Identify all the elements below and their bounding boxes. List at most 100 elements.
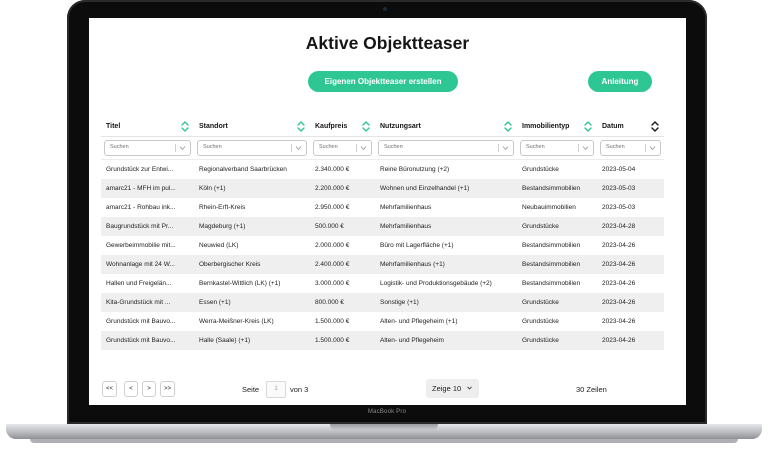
table-cell: 500.000 € (310, 217, 375, 236)
column-filter-select[interactable]: Suchen (520, 140, 594, 156)
table-cell: Hallen und Freigelän... (106, 280, 172, 287)
table-cell: Bestandsimmobilien (522, 280, 581, 287)
column-header[interactable]: Nutzungsart (375, 117, 517, 137)
chevron-down-icon (360, 146, 367, 151)
table-row[interactable]: Grundstück mit Bauvo... Halle (Saale) (+1… (101, 331, 664, 350)
table-cell: Oberbergischer Kreis (194, 255, 310, 274)
column-filter-select[interactable]: Suchen (600, 140, 661, 156)
table-cell: Grundstücke (522, 318, 559, 325)
filter-placeholder: Suchen (110, 144, 129, 150)
column-header[interactable]: Datum (597, 117, 664, 137)
table-header-row: Titel Standort Kaufpreis Nutzungsart Immobil… (101, 117, 664, 137)
table-row[interactable]: amarc21 - MFH im pul... Köln (+1) 2.200.00… (101, 179, 664, 198)
table-cell: Logistik- und Produktionsgebäude (+2) (380, 280, 492, 287)
table-cell: Wohnen und Einzelhandel (+1) (375, 179, 517, 198)
table-cell: amarc21 - Rohbau ink... (106, 204, 176, 211)
last-page-button[interactable]: >> (160, 381, 176, 397)
total-rows-label: 30 Zeilen (576, 385, 607, 394)
filter-placeholder: Suchen (203, 144, 222, 150)
sort-icon[interactable] (504, 120, 512, 133)
table-cell: 2.950.000 € (315, 204, 350, 211)
table-cell: Gewerbeimmobilie mit... (106, 242, 176, 249)
table-cell: Büro mit Lagerfläche (+1) (380, 242, 454, 249)
table-filter-row: Suchen Suchen Suchen Suchen Suchen Suchen (101, 136, 664, 160)
create-teaser-button[interactable]: Eigenen Objektteaser erstellen (308, 71, 458, 92)
table-row[interactable]: Baugrundstück mit Pr... Magdeburg (+1) 500… (101, 217, 664, 236)
column-header-label: Nutzungsart (380, 123, 421, 130)
filter-divider (175, 144, 176, 152)
table-row[interactable]: Kita-Grundstück mit ... Essen (+1) 800.000… (101, 293, 664, 312)
chevron-down-icon (649, 146, 656, 151)
column-header[interactable]: Immobilientyp (517, 117, 597, 137)
column-filter-select[interactable]: Suchen (197, 140, 307, 156)
page-number-input[interactable]: 1 (266, 381, 286, 398)
table-cell: Mehrfamilienhaus (380, 204, 432, 211)
column-filter-cell: Suchen (375, 136, 517, 160)
column-filter-cell: Suchen (310, 136, 375, 160)
table-cell: Grundstücke (522, 166, 559, 173)
table-cell: 2.000.000 € (315, 242, 350, 249)
table-cell: 1.500.000 € (310, 331, 375, 350)
table-cell: Magdeburg (+1) (194, 217, 310, 236)
table-cell: 800.000 € (310, 293, 375, 312)
chevron-down-icon (295, 146, 302, 151)
first-page-button[interactable]: << (102, 381, 118, 397)
column-filter-select[interactable]: Suchen (104, 140, 191, 156)
table-cell: 2.200.000 € (310, 179, 375, 198)
table-row[interactable]: Grundstück mit Bauvo... Werra-Meißner-Kre… (101, 312, 664, 331)
table-cell: 2023-04-26 (602, 318, 636, 325)
column-header-label: Standort (199, 123, 228, 130)
sort-icon[interactable] (297, 120, 305, 133)
table-cell: Köln (+1) (194, 179, 310, 198)
help-button[interactable]: Anleitung (588, 71, 652, 92)
table-cell: amarc21 - MFH im pul... (101, 179, 194, 198)
column-filter-select[interactable]: Suchen (313, 140, 372, 156)
column-header[interactable]: Standort (194, 117, 310, 137)
table-cell: Halle (Saale) (+1) (194, 331, 310, 350)
table-cell: Grundstück mit Bauvo... (101, 331, 194, 350)
sort-icon[interactable] (362, 120, 370, 133)
previous-page-button[interactable]: < (124, 381, 138, 397)
table-body: Grundstück zur Entwi... Regionalverband S… (101, 160, 664, 350)
table-row[interactable]: Gewerbeimmobilie mit... Neuwied (LK) 2.000… (101, 236, 664, 255)
chevron-down-icon (502, 146, 509, 151)
sort-icon[interactable] (651, 120, 659, 133)
chevron-down-icon (582, 146, 589, 151)
table-row[interactable]: Hallen und Freigelän... Bernkastel-Wittli… (101, 274, 664, 293)
table-cell: Bestandsimmobilien (522, 242, 581, 249)
table-cell: Alten- und Pflegeheim (375, 331, 517, 350)
page-size-select[interactable]: Zeige 10 (426, 379, 479, 398)
laptop-foot (30, 439, 738, 443)
table-cell: Reine Büronutzung (+2) (380, 166, 450, 173)
table-row[interactable]: Wohnanlage mit 24 W... Oberbergischer Kre… (101, 255, 664, 274)
column-header[interactable]: Titel (101, 117, 194, 137)
column-header[interactable]: Kaufpreis (310, 117, 375, 137)
sort-icon[interactable] (584, 120, 592, 133)
table-cell: Grundstück zur Entwi... (106, 166, 174, 173)
table-cell: Grundstücke (517, 293, 597, 312)
filter-divider (498, 144, 499, 152)
table-cell: 2023-05-03 (597, 179, 664, 198)
filter-placeholder: Suchen (606, 144, 625, 150)
column-filter-select[interactable]: Suchen (378, 140, 514, 156)
table-cell: Bestandsimmobilien (517, 179, 597, 198)
table-cell: 2023-05-03 (602, 204, 636, 211)
table-cell: 2.340.000 € (315, 166, 350, 173)
sort-icon[interactable] (181, 120, 189, 133)
column-header-label: Kaufpreis (315, 123, 348, 130)
filter-divider (578, 144, 579, 152)
table-cell: Rhein-Erft-Kreis (199, 204, 246, 211)
column-filter-cell: Suchen (597, 136, 664, 160)
table-row[interactable]: amarc21 - Rohbau ink... Rhein-Erft-Kreis 2… (101, 198, 664, 217)
next-page-button[interactable]: > (142, 381, 156, 397)
column-header-label: Datum (602, 123, 624, 130)
filter-placeholder: Suchen (526, 144, 545, 150)
table-cell: Wohnanlage mit 24 W... (101, 255, 194, 274)
table-cell: Bestandsimmobilien (517, 255, 597, 274)
filter-divider (645, 144, 646, 152)
table-row[interactable]: Grundstück zur Entwi... Regionalverband S… (101, 160, 664, 180)
table-cell: 2023-04-26 (597, 331, 664, 350)
table-cell: Grundstück mit Bauvo... (106, 318, 176, 325)
filter-divider (291, 144, 292, 152)
table-cell: Grundstücke (517, 217, 597, 236)
